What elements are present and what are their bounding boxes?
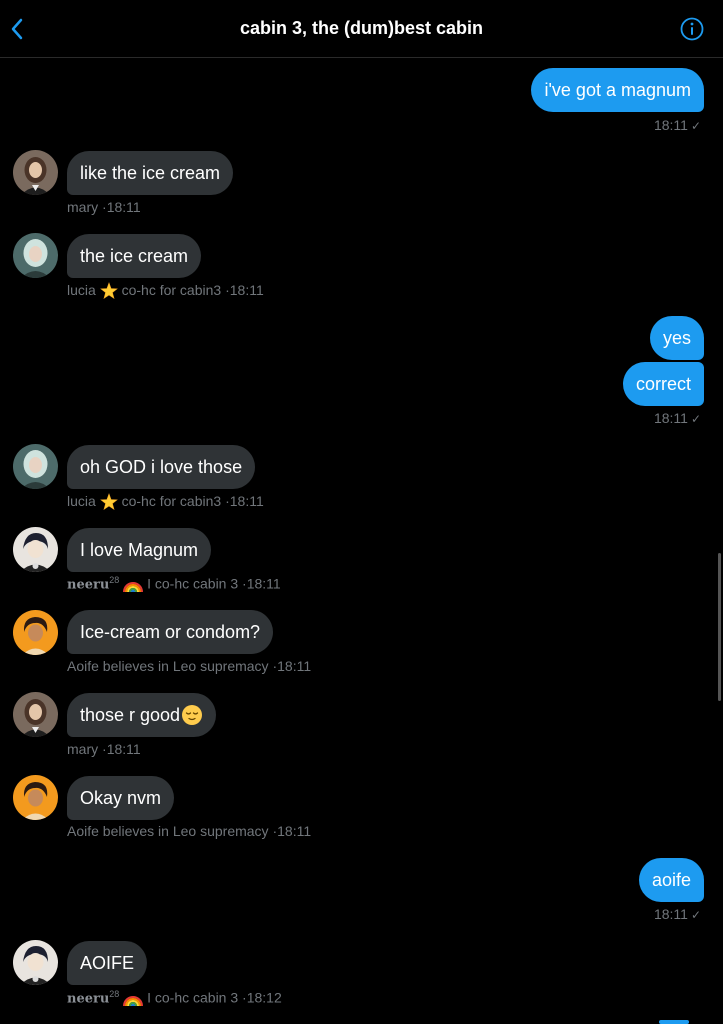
info-button[interactable] (680, 17, 704, 41)
avatar-neeru[interactable] (13, 940, 58, 985)
read-check-icon: ✓ (690, 119, 701, 133)
read-check-icon: ✓ (690, 908, 701, 922)
sender-name: Aoife believes in Leo supremacy (67, 823, 269, 839)
avatar-mary[interactable] (13, 692, 58, 737)
sender-name: neeru (67, 991, 110, 1007)
avatar-aoife[interactable] (13, 610, 58, 655)
relieved-face-emoji-icon (182, 705, 203, 725)
sent-timestamp: 18:11 ✓ (654, 906, 701, 922)
received-message-bubble[interactable]: oh GOD i love those (67, 445, 256, 489)
message-meta: neeru28 I co-hc cabin 3 ·18:11 (67, 575, 281, 593)
conversation-title[interactable]: cabin 3, the (dum)best cabin (0, 18, 723, 39)
sent-message-bubble[interactable]: yes (649, 316, 704, 360)
avatar-aoife[interactable] (13, 775, 58, 820)
sent-timestamp: 18:11 ✓ (654, 410, 701, 426)
read-check-icon: ✓ (690, 412, 701, 426)
sender-badge: co-hc for cabin3 (121, 282, 222, 298)
sent-timestamp: 18:11 ✓ (654, 117, 701, 133)
avatar-lucia[interactable] (13, 444, 58, 489)
rainbow-icon (123, 995, 144, 1007)
avatar-mary[interactable] (13, 150, 58, 195)
timestamp-text: 18:11 (229, 282, 264, 298)
avatar-image (13, 233, 58, 278)
sender-name: neeru (67, 577, 110, 593)
glowing-star-icon (99, 493, 118, 511)
avatar-neeru[interactable] (13, 527, 58, 572)
timestamp-text: 18:11 (653, 117, 688, 133)
sender-superscript: 28 (109, 989, 120, 999)
message-meta: lucia co-hc for cabin3 ·18:11 (67, 493, 264, 511)
sender-badge: I co-hc cabin 3 (147, 989, 239, 1006)
avatar-image (13, 775, 58, 820)
received-message-bubble[interactable]: those r good (67, 693, 217, 737)
message-meta: Aoife believes in Leo supremacy ·18:11 (67, 823, 311, 839)
message-text: those r good (80, 704, 181, 725)
sent-message-bubble[interactable]: aoife (638, 858, 704, 902)
received-message-bubble[interactable]: AOIFE (67, 941, 148, 985)
timestamp-text: 18:11 (277, 658, 312, 674)
sent-message-bubble[interactable]: i've got a magnum (531, 68, 704, 112)
avatar-image (13, 940, 58, 985)
sender-name: mary (67, 199, 99, 215)
avatar-image (13, 150, 58, 195)
message-meta: mary ·18:11 (67, 199, 141, 215)
avatar-image (13, 527, 58, 572)
timestamp-text: 18:11 (106, 199, 141, 215)
timestamp-text: 18:12 (246, 989, 282, 1006)
info-icon (680, 17, 704, 41)
sender-name: lucia (67, 493, 96, 509)
received-message-bubble[interactable]: Okay nvm (67, 776, 175, 820)
avatar-lucia[interactable] (13, 233, 58, 278)
timestamp-text: 18:11 (653, 906, 688, 922)
timestamp-text: 18:11 (106, 741, 141, 757)
timestamp-text: 18:11 (653, 410, 688, 426)
timestamp-text: 18:11 (277, 823, 312, 839)
glowing-star-icon (99, 282, 118, 300)
chat-header: cabin 3, the (dum)best cabin (0, 0, 723, 58)
received-message-bubble[interactable]: like the ice cream (67, 151, 234, 195)
avatar-image (13, 610, 58, 655)
rainbow-icon (123, 581, 144, 593)
message-meta: Aoife believes in Leo supremacy ·18:11 (67, 658, 311, 674)
message-meta: neeru28 I co-hc cabin 3 ·18:12 (67, 989, 282, 1007)
message-meta: lucia co-hc for cabin3 ·18:11 (67, 282, 264, 300)
sender-name: lucia (67, 282, 96, 298)
timestamp-text: 18:11 (229, 493, 264, 509)
sender-badge: I co-hc cabin 3 (147, 575, 239, 592)
sent-message-bubble[interactable]: correct (622, 362, 704, 406)
sender-badge: co-hc for cabin3 (121, 493, 222, 509)
sender-superscript: 28 (109, 575, 120, 585)
sender-name: mary (67, 741, 99, 757)
scrollbar[interactable] (718, 553, 721, 701)
received-message-bubble[interactable]: I love Magnum (67, 528, 212, 572)
avatar-image (13, 444, 58, 489)
composer-edge-indicator (659, 1020, 689, 1024)
timestamp-text: 18:11 (246, 575, 281, 592)
sender-name: Aoife believes in Leo supremacy (67, 658, 269, 674)
message-meta: mary ·18:11 (67, 741, 141, 757)
avatar-image (13, 692, 58, 737)
received-message-bubble[interactable]: the ice cream (67, 234, 202, 278)
received-message-bubble[interactable]: Ice-cream or condom? (67, 610, 274, 654)
